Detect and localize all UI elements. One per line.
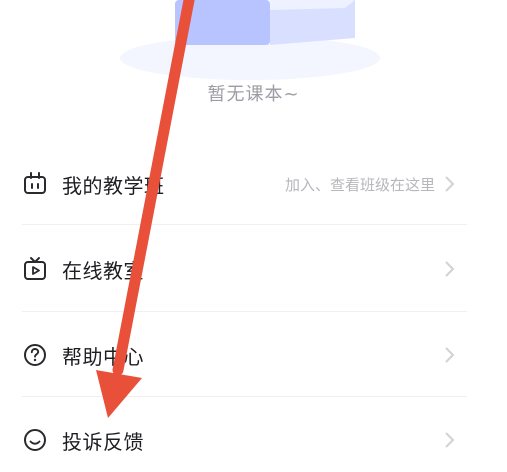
menu-item-hint: 加入、查看班级在这里 bbox=[284, 175, 435, 194]
menu-item-online-classroom[interactable]: 在线教室 bbox=[0, 247, 507, 291]
divider bbox=[22, 224, 467, 225]
menu-item-label: 在线教室 bbox=[62, 258, 144, 283]
tv-icon bbox=[22, 256, 48, 282]
smile-icon bbox=[22, 427, 48, 453]
menu-item-help-center[interactable]: 帮助中心 bbox=[0, 333, 507, 377]
chevron-right-icon bbox=[445, 261, 455, 277]
menu-item-label: 我的教学班 bbox=[62, 173, 165, 198]
menu-item-label: 投诉反馈 bbox=[62, 429, 144, 454]
class-icon bbox=[22, 171, 48, 197]
chevron-right-icon bbox=[445, 176, 455, 192]
empty-state-text: 暂无课本~ bbox=[207, 84, 300, 105]
menu-item-feedback[interactable]: 投诉反馈 bbox=[0, 418, 507, 462]
menu-item-my-class[interactable]: 我的教学班 加入、查看班级在这里 bbox=[0, 162, 507, 206]
menu-item-label: 帮助中心 bbox=[62, 344, 144, 369]
empty-book-illustration bbox=[120, 0, 380, 80]
divider bbox=[22, 311, 467, 312]
divider bbox=[22, 396, 467, 397]
chevron-right-icon bbox=[445, 347, 455, 363]
chevron-right-icon bbox=[445, 432, 455, 448]
help-icon bbox=[22, 342, 48, 368]
app-screen: 暂无课本~ 我的教学班 加入、查看班级在这里 在线教室 帮助中心 投诉反馈 bbox=[0, 0, 507, 472]
